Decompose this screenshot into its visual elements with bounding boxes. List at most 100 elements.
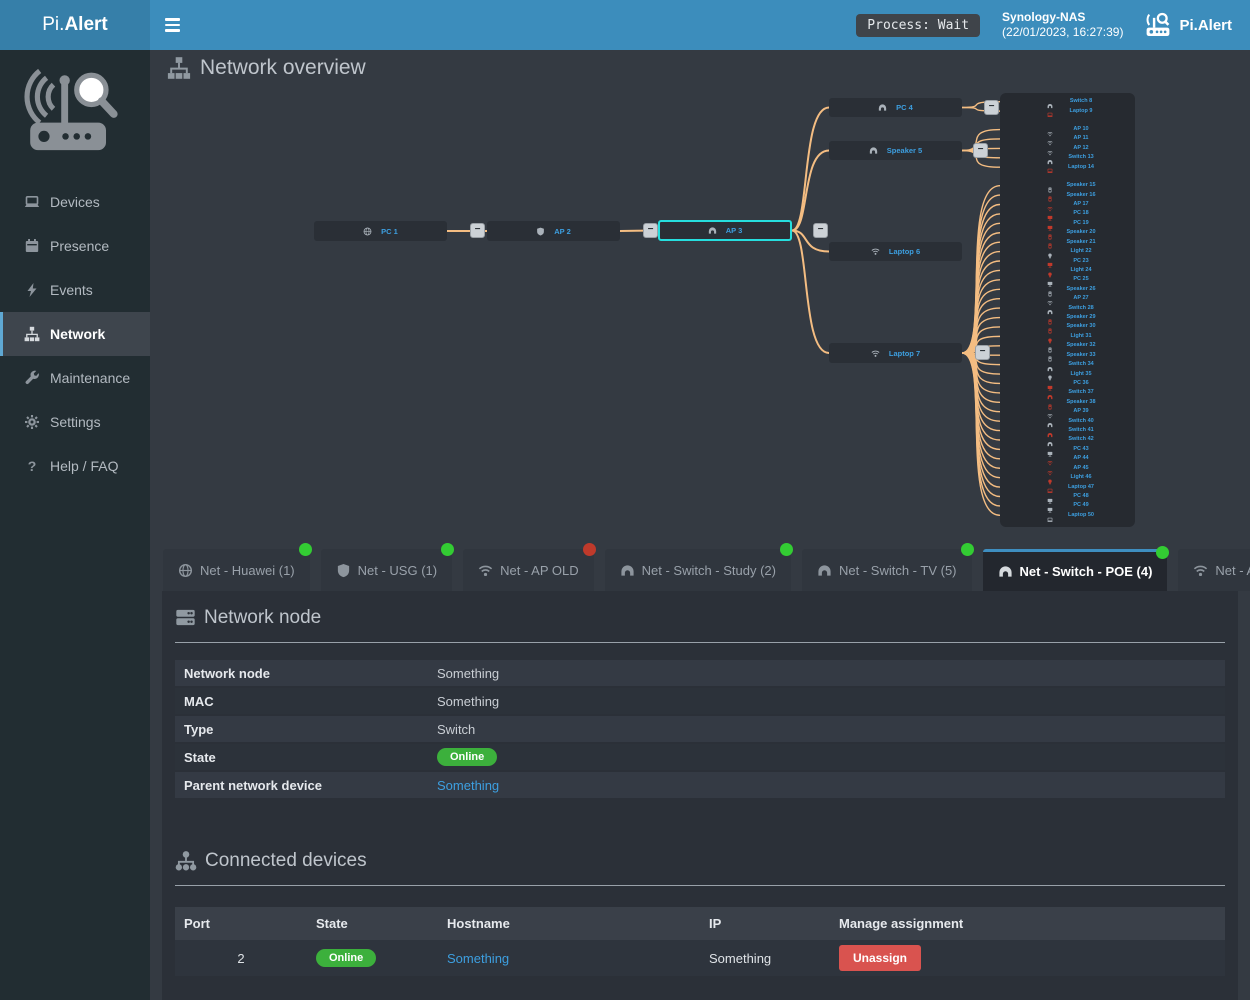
laptop-icon [1047, 517, 1053, 523]
device-item-light-35[interactable]: Light 35 [1000, 370, 1135, 379]
collapse-minus-button[interactable]: − [975, 345, 990, 360]
network-node-laptop-6[interactable]: Laptop 6 [829, 242, 962, 261]
network-node-pc-1[interactable]: PC 1 [314, 221, 447, 241]
sidebar-item-network[interactable]: Network [0, 312, 150, 356]
sidebar-item-presence[interactable]: Presence [0, 224, 150, 268]
device-item-laptop-9[interactable]: Laptop 9 [1000, 107, 1135, 116]
device-item-pc-25[interactable]: PC 25 [1000, 275, 1135, 284]
sidebar-item-help-faq[interactable]: ?Help / FAQ [0, 444, 150, 488]
sidebar-item-devices[interactable]: Devices [0, 180, 150, 224]
router-scan-icon [1145, 12, 1171, 38]
tab-net-switch-poe-4[interactable]: Net - Switch - POE (4) [983, 549, 1168, 591]
device-item-light-24[interactable]: Light 24 [1000, 266, 1135, 275]
sidebar-item-settings[interactable]: Settings [0, 400, 150, 444]
device-item-speaker-26[interactable]: Speaker 26 [1000, 285, 1135, 294]
sidebar-item-maintenance[interactable]: Maintenance [0, 356, 150, 400]
tab-net-ap-old[interactable]: Net - AP OLD [463, 549, 594, 591]
device-item-speaker-33[interactable]: Speaker 33 [1000, 351, 1135, 360]
hamburger-icon[interactable] [150, 0, 194, 50]
device-item-light-46[interactable]: Light 46 [1000, 473, 1135, 482]
device-item-switch-42[interactable]: Switch 42 [1000, 435, 1135, 444]
tab-net-huawei-1[interactable]: Net - Huawei (1) [163, 549, 310, 591]
table-header-row: PortStateHostnameIPManage assignment [175, 907, 1225, 940]
device-item-switch-37[interactable]: Switch 37 [1000, 388, 1135, 397]
device-item-switch-13[interactable]: Switch 13 [1000, 153, 1135, 162]
device-item-pc-18[interactable]: PC 18 [1000, 209, 1135, 218]
divider [175, 642, 1225, 643]
network-node-laptop-7[interactable]: Laptop 7 [829, 343, 962, 363]
wifi-icon [1193, 563, 1208, 578]
status-dot-green [961, 543, 974, 556]
device-item-laptop-47[interactable]: Laptop 47 [1000, 483, 1135, 492]
device-item-speaker-15[interactable]: Speaker 15 [1000, 181, 1135, 190]
collapse-minus-button[interactable]: − [643, 223, 658, 238]
device-item-pc-43[interactable]: PC 43 [1000, 445, 1135, 454]
tab-net-switch-study-2[interactable]: Net - Switch - Study (2) [605, 549, 791, 591]
device-item-ap-12[interactable]: AP 12 [1000, 144, 1135, 153]
device-item-ap-27[interactable]: AP 27 [1000, 294, 1135, 303]
device-item-ap-44[interactable]: AP 44 [1000, 454, 1135, 463]
tab-net-switch-tv-5[interactable]: Net - Switch - TV (5) [802, 549, 972, 591]
device-item-switch-41[interactable]: Switch 41 [1000, 426, 1135, 435]
network-node-section-title: Network node [175, 607, 1225, 629]
device-item-speaker-21[interactable]: Speaker 21 [1000, 238, 1135, 247]
device-item-ap-11[interactable]: AP 11 [1000, 134, 1135, 143]
hostname-link[interactable]: Something [447, 951, 509, 966]
device-item-speaker-30[interactable]: Speaker 30 [1000, 322, 1135, 331]
network-node-pc-4[interactable]: PC 4 [829, 98, 962, 117]
device-item-light-31[interactable]: Light 31 [1000, 332, 1135, 341]
device-item-laptop-14[interactable]: Laptop 14 [1000, 163, 1135, 172]
parent-device-link[interactable]: Something [437, 778, 499, 793]
device-item-label: PC 49 [1058, 501, 1104, 510]
network-node-info-table: Network nodeSomethingMACSomethingTypeSwi… [175, 660, 1225, 798]
device-item-label: Speaker 30 [1058, 322, 1104, 331]
info-label: Type [175, 722, 437, 737]
tab-net-usg-1[interactable]: Net - USG (1) [321, 549, 452, 591]
device-item-speaker-38[interactable]: Speaker 38 [1000, 398, 1135, 407]
collapse-minus-button[interactable]: − [813, 223, 828, 238]
sidebar-menu: DevicesPresenceEventsNetworkMaintenance S… [0, 180, 150, 488]
device-item-laptop-50[interactable]: Laptop 50 [1000, 511, 1135, 520]
network-node-speaker-5[interactable]: Speaker 5 [829, 141, 962, 160]
sidebar-item-events[interactable]: Events [0, 268, 150, 312]
sidebar: DevicesPresenceEventsNetworkMaintenance S… [0, 50, 150, 1000]
device-item-light-22[interactable]: Light 22 [1000, 247, 1135, 256]
info-label: Parent network device [175, 778, 437, 793]
device-item-speaker-29[interactable]: Speaker 29 [1000, 313, 1135, 322]
device-item-speaker-20[interactable]: Speaker 20 [1000, 228, 1135, 237]
device-item-speaker-32[interactable]: Speaker 32 [1000, 341, 1135, 350]
device-item-pc-19[interactable]: PC 19 [1000, 219, 1135, 228]
device-item-switch-28[interactable]: Switch 28 [1000, 304, 1135, 313]
unassign-button[interactable]: Unassign [839, 945, 921, 971]
device-item-pc-36[interactable]: PC 36 [1000, 379, 1135, 388]
tab-pane: Network node Network nodeSomethingMACSom… [162, 591, 1238, 1000]
device-item-switch-8[interactable]: Switch 8 [1000, 97, 1135, 106]
collapse-minus-button[interactable]: − [973, 143, 988, 158]
device-item-switch-40[interactable]: Switch 40 [1000, 417, 1135, 426]
main-content: Network overview PC 1AP 2AP 3PC 4Speaker… [150, 50, 1250, 1000]
network-node-ap-3[interactable]: AP 3 [658, 220, 792, 241]
device-item-ap-17[interactable]: AP 17 [1000, 200, 1135, 209]
status-dot-red [583, 543, 596, 556]
network-node-ap-2[interactable]: AP 2 [487, 221, 620, 241]
sidebar-item-label: Settings [50, 414, 101, 430]
hub-icon [878, 103, 887, 112]
device-item-label: Switch 8 [1058, 97, 1104, 106]
device-item-pc-48[interactable]: PC 48 [1000, 492, 1135, 501]
device-item-switch-34[interactable]: Switch 34 [1000, 360, 1135, 369]
device-item-ap-10[interactable]: AP 10 [1000, 125, 1135, 134]
device-item-label: Speaker 21 [1058, 238, 1104, 247]
info-label: State [175, 750, 437, 765]
device-item-label: Light 35 [1058, 370, 1104, 379]
collapse-minus-button[interactable]: − [470, 223, 485, 238]
tab-net-ap-36[interactable]: Net - AP (36) [1178, 549, 1250, 591]
server-icon [175, 607, 196, 628]
host-timestamp: (22/01/2023, 16:27:39) [1002, 25, 1123, 40]
tab-label: Net - Switch - TV (5) [839, 563, 957, 578]
device-item-ap-45[interactable]: AP 45 [1000, 464, 1135, 473]
device-item-ap-39[interactable]: AP 39 [1000, 407, 1135, 416]
device-item-pc-23[interactable]: PC 23 [1000, 257, 1135, 266]
device-item-speaker-16[interactable]: Speaker 16 [1000, 191, 1135, 200]
device-item-pc-49[interactable]: PC 49 [1000, 501, 1135, 510]
collapse-minus-button[interactable]: − [984, 100, 999, 115]
